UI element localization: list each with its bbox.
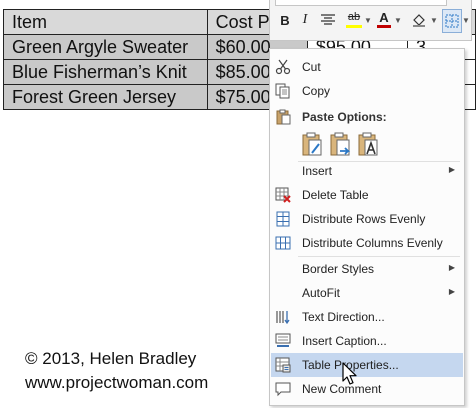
menu-item-label: Distribute Columns Evenly — [302, 236, 443, 250]
menu-item-distribute-columns[interactable]: Distribute Columns Evenly — [271, 231, 463, 255]
borders-button[interactable] — [442, 9, 462, 33]
menu-item-autofit[interactable]: AutoFit ▶ — [271, 281, 463, 305]
center-align-button[interactable] — [318, 9, 338, 31]
paste-merge-formatting-icon — [330, 132, 351, 156]
paste-merge-formatting-button[interactable] — [328, 131, 354, 159]
menu-item-label: Delete Table — [302, 188, 369, 202]
paste-keep-text-only-icon — [358, 132, 378, 156]
menu-item-border-styles[interactable]: Border Styles ▶ — [271, 257, 463, 281]
text-direction-icon — [275, 309, 291, 325]
menu-item-insert[interactable]: Insert ▶ — [271, 159, 463, 183]
menu-item-label: Copy — [302, 84, 331, 98]
menu-item-delete-table[interactable]: Delete Table — [271, 183, 463, 207]
distribute-columns-icon — [275, 235, 291, 251]
chevron-right-icon: ▶ — [448, 263, 455, 272]
table-cell[interactable]: Forest Green Jersey — [3, 84, 208, 110]
menu-item-new-comment[interactable]: New Comment — [271, 377, 463, 401]
chevron-down-icon[interactable]: ▼ — [462, 9, 470, 31]
distribute-rows-icon — [275, 211, 291, 227]
chevron-right-icon: ▶ — [448, 287, 455, 296]
scissors-icon — [275, 59, 291, 75]
copyright-text: © 2013, Helen Bradley — [25, 349, 197, 368]
menu-item-label: AutoFit — [302, 286, 341, 300]
menu-item-text-direction[interactable]: Text Direction... — [271, 305, 463, 329]
table-cell[interactable]: Green Argyle Sweater — [3, 34, 208, 60]
insert-caption-icon — [275, 333, 291, 349]
menu-item-cut[interactable]: Cut — [271, 55, 463, 79]
center-align-icon — [321, 14, 335, 25]
bold-button[interactable]: B — [276, 9, 294, 31]
mouse-pointer-icon — [342, 362, 357, 385]
table-properties-icon — [275, 357, 291, 373]
table-cell[interactable]: Blue Fisherman’s Knit — [3, 59, 208, 85]
font-color-button[interactable]: A — [376, 9, 392, 31]
menu-item-label: Insert — [302, 164, 333, 178]
paste-keep-text-only-button[interactable] — [356, 131, 382, 159]
italic-button[interactable]: I — [296, 9, 314, 31]
chevron-right-icon: ▶ — [448, 165, 455, 174]
font-box[interactable] — [275, 0, 447, 6]
menu-item-label: Insert Caption... — [302, 334, 387, 348]
paste-options-label: Paste Options: — [302, 110, 387, 124]
paste-options-header: Paste Options: — [271, 105, 463, 129]
shading-button[interactable] — [410, 9, 428, 31]
menu-item-insert-caption[interactable]: Insert Caption... — [271, 329, 463, 353]
copy-icon — [275, 83, 291, 99]
website-text: www.projectwoman.com — [25, 373, 209, 392]
menu-item-table-properties[interactable]: Table Properties... — [271, 353, 463, 377]
clipboard-icon — [275, 109, 291, 130]
table-cell[interactable]: Item — [3, 9, 208, 35]
menu-item-distribute-rows[interactable]: Distribute Rows Evenly — [271, 207, 463, 231]
paint-bucket-icon — [413, 14, 425, 27]
chevron-down-icon[interactable]: ▼ — [364, 9, 372, 31]
mini-toolbar: B I ab ▼ A ▼ ▼ ▼ — [269, 0, 472, 41]
font-color-label: A — [379, 10, 389, 25]
menu-item-label: Distribute Rows Evenly — [302, 212, 426, 226]
font-color-bar — [377, 25, 391, 28]
menu-item-label: Border Styles — [302, 262, 375, 276]
borders-icon — [445, 14, 459, 28]
paste-keep-formatting-button[interactable] — [300, 131, 326, 159]
menu-item-label: Cut — [302, 60, 321, 74]
comment-icon — [275, 381, 291, 397]
menu-item-copy[interactable]: Copy — [271, 79, 463, 103]
chevron-down-icon[interactable]: ▼ — [430, 9, 438, 31]
highlight-label: ab — [347, 11, 361, 23]
context-menu: Cut Copy Paste Options: Insert ▶ Delete … — [269, 48, 465, 406]
chevron-down-icon[interactable]: ▼ — [394, 9, 402, 31]
paste-keep-formatting-icon — [302, 132, 322, 156]
highlight-color-bar — [346, 25, 362, 28]
menu-item-label: Text Direction... — [302, 310, 385, 324]
delete-table-icon — [275, 187, 291, 203]
